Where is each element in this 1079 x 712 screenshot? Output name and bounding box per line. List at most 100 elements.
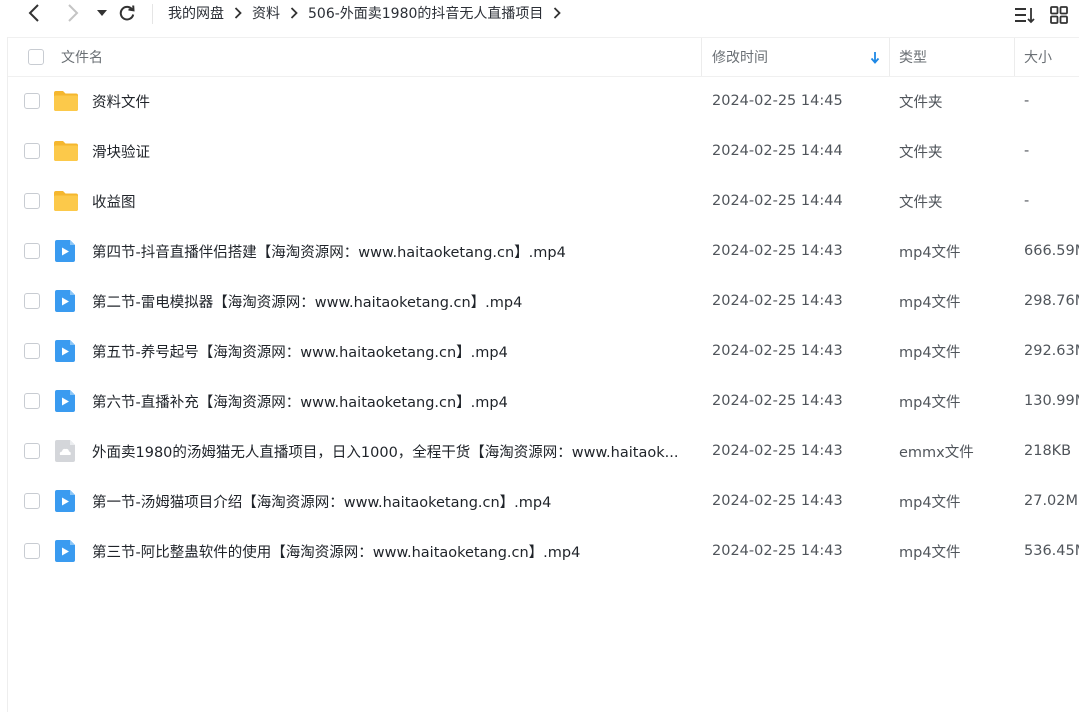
file-name[interactable]: 第六节-直播补充【海淘资源网：www.haitaoketang.cn】.mp4 — [92, 376, 697, 426]
file-name[interactable]: 第五节-养号起号【海淘资源网：www.haitaoketang.cn】.mp4 — [92, 326, 697, 376]
file-size: 27.02M — [1024, 493, 1079, 509]
column-header-name[interactable]: 文件名 — [61, 38, 103, 76]
video-file-icon — [53, 239, 79, 263]
file-name[interactable]: 第四节-抖音直播伴侣搭建【海淘资源网：www.haitaoketang.cn】.… — [92, 226, 697, 276]
back-button[interactable] — [24, 0, 44, 26]
sort-list-icon — [1015, 8, 1035, 24]
refresh-button[interactable] — [117, 0, 137, 26]
row-checkbox[interactable] — [24, 143, 40, 159]
file-size: - — [1024, 143, 1030, 159]
history-dropdown-button[interactable] — [95, 0, 109, 26]
file-modified: 2024-02-25 14:43 — [712, 343, 843, 359]
file-modified: 2024-02-25 14:43 — [712, 543, 843, 559]
file-row[interactable]: 收益图 2024-02-25 14:44 文件夹 - — [8, 176, 1079, 226]
refresh-icon — [119, 5, 135, 21]
file-type: 文件夹 — [899, 94, 943, 111]
row-checkbox[interactable] — [24, 243, 40, 259]
video-file-icon — [53, 389, 79, 413]
row-checkbox[interactable] — [24, 93, 40, 109]
file-type: mp4文件 — [899, 544, 961, 561]
file-row[interactable]: 第四节-抖音直播伴侣搭建【海淘资源网：www.haitaoketang.cn】.… — [8, 226, 1079, 276]
file-name[interactable]: 第一节-汤姆猫项目介绍【海淘资源网：www.haitaoketang.cn】.m… — [92, 476, 697, 526]
row-checkbox[interactable] — [24, 443, 40, 459]
file-size: 298.76M — [1024, 293, 1079, 309]
file-type: mp4文件 — [899, 344, 961, 361]
file-type: mp4文件 — [899, 494, 961, 511]
breadcrumb-item-current[interactable]: 506-外面卖1980的抖音无人直播项目 — [308, 3, 543, 23]
sort-desc-indicator[interactable] — [870, 38, 880, 76]
breadcrumb: 我的网盘 资料 506-外面卖1980的抖音无人直播项目 — [168, 3, 571, 23]
unknown-file-icon — [53, 439, 79, 463]
file-size: 536.45M — [1024, 543, 1079, 559]
file-modified: 2024-02-25 14:43 — [712, 393, 843, 409]
file-name[interactable]: 滑块验证 — [92, 126, 697, 176]
breadcrumb-item-materials[interactable]: 资料 — [252, 3, 280, 23]
column-divider — [701, 38, 702, 76]
chevron-right-icon — [234, 7, 242, 19]
file-modified: 2024-02-25 14:45 — [712, 93, 843, 109]
row-checkbox[interactable] — [24, 543, 40, 559]
column-header-modified[interactable]: 修改时间 — [712, 38, 768, 76]
caret-down-icon — [97, 10, 107, 16]
file-name[interactable]: 资料文件 — [92, 76, 697, 126]
sort-options-button[interactable] — [1014, 4, 1036, 26]
video-file-icon — [53, 539, 79, 563]
chevron-right-icon — [290, 7, 298, 19]
file-modified: 2024-02-25 14:43 — [712, 243, 843, 259]
file-row[interactable]: 第六节-直播补充【海淘资源网：www.haitaoketang.cn】.mp4 2… — [8, 376, 1079, 426]
column-header-size[interactable]: 大小 — [1024, 38, 1052, 76]
folder-icon — [53, 139, 79, 163]
row-checkbox[interactable] — [24, 293, 40, 309]
file-row[interactable]: 第二节-雷电模拟器【海淘资源网：www.haitaoketang.cn】.mp4… — [8, 276, 1079, 326]
video-file-icon — [53, 489, 79, 513]
file-modified: 2024-02-25 14:44 — [712, 193, 843, 209]
file-modified: 2024-02-25 14:44 — [712, 143, 843, 159]
file-row[interactable]: 资料文件 2024-02-25 14:45 文件夹 - — [8, 76, 1079, 126]
folder-icon — [53, 189, 79, 213]
column-header-type[interactable]: 类型 — [899, 38, 927, 76]
file-type: mp4文件 — [899, 394, 961, 411]
file-name[interactable]: 第二节-雷电模拟器【海淘资源网：www.haitaoketang.cn】.mp4 — [92, 276, 697, 326]
file-name[interactable]: 收益图 — [92, 176, 697, 226]
chevron-right-icon — [554, 7, 562, 19]
forward-button[interactable] — [63, 0, 83, 26]
file-size: 292.63M — [1024, 343, 1079, 359]
toolbar-separator — [152, 4, 153, 24]
file-row[interactable]: 滑块验证 2024-02-25 14:44 文件夹 - — [8, 126, 1079, 176]
file-modified: 2024-02-25 14:43 — [712, 293, 843, 309]
file-size: 130.99M — [1024, 393, 1079, 409]
file-modified: 2024-02-25 14:43 — [712, 443, 843, 459]
file-modified: 2024-02-25 14:43 — [712, 493, 843, 509]
file-list-header: 文件名 修改时间 类型 大小 — [8, 37, 1079, 77]
grid-view-button[interactable] — [1050, 4, 1068, 26]
file-type: 文件夹 — [899, 144, 943, 161]
file-row[interactable]: 外面卖1980的汤姆猫无人直播项目，日入1000，全程干货【海淘资源网：www.… — [8, 426, 1079, 476]
video-file-icon — [53, 289, 79, 313]
chevron-right-icon — [68, 4, 79, 22]
column-divider — [889, 38, 890, 76]
row-checkbox[interactable] — [24, 343, 40, 359]
file-type: emmx文件 — [899, 444, 974, 461]
breadcrumb-expand-button[interactable] — [553, 7, 562, 19]
arrow-down-icon — [870, 51, 880, 64]
video-file-icon — [53, 339, 79, 363]
row-checkbox[interactable] — [24, 193, 40, 209]
file-type: mp4文件 — [899, 244, 961, 261]
file-name[interactable]: 第三节-阿比整蛊软件的使用【海淘资源网：www.haitaoketang.cn】… — [92, 526, 697, 576]
row-checkbox[interactable] — [24, 493, 40, 509]
file-type: 文件夹 — [899, 194, 943, 211]
file-size: - — [1024, 193, 1030, 209]
select-all-checkbox[interactable] — [28, 49, 44, 65]
grid-view-icon — [1050, 6, 1068, 24]
file-size: 666.59M — [1024, 243, 1079, 259]
file-row[interactable]: 第五节-养号起号【海淘资源网：www.haitaoketang.cn】.mp4 2… — [8, 326, 1079, 376]
file-size: 218KB — [1024, 443, 1072, 459]
breadcrumb-item-root[interactable]: 我的网盘 — [168, 3, 224, 23]
file-row[interactable]: 第一节-汤姆猫项目介绍【海淘资源网：www.haitaoketang.cn】.m… — [8, 476, 1079, 526]
folder-icon — [53, 89, 79, 113]
file-row[interactable]: 第三节-阿比整蛊软件的使用【海淘资源网：www.haitaoketang.cn】… — [8, 526, 1079, 576]
column-divider — [1014, 38, 1015, 76]
chevron-left-icon — [28, 4, 39, 22]
row-checkbox[interactable] — [24, 393, 40, 409]
file-name[interactable]: 外面卖1980的汤姆猫无人直播项目，日入1000，全程干货【海淘资源网：www.… — [92, 426, 697, 476]
